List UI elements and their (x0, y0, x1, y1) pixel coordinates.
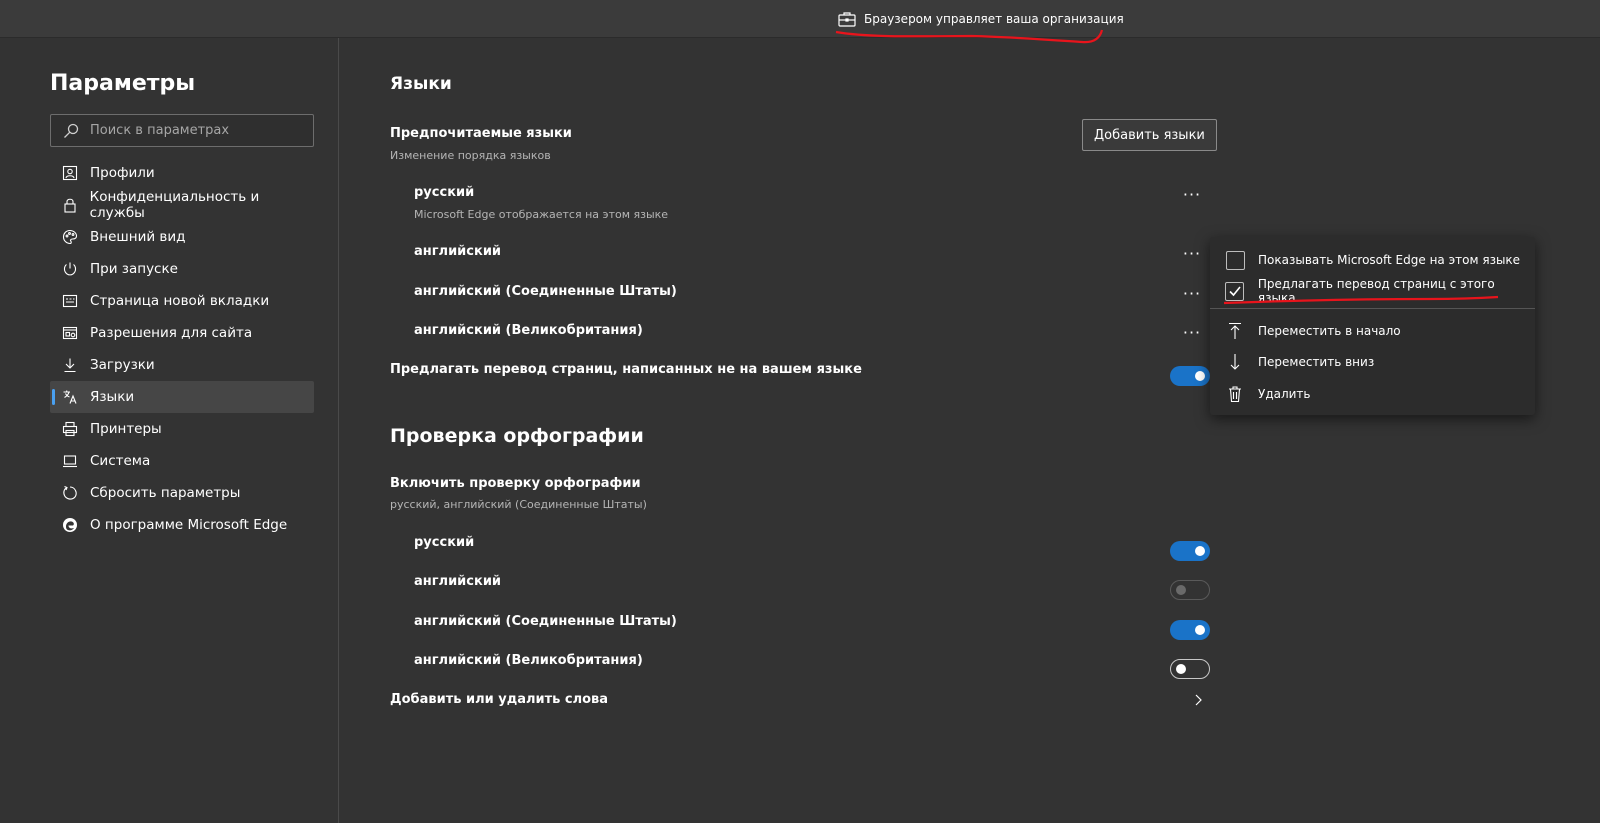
sidebar-item-privacy[interactable]: Конфиденциальность и службы (50, 189, 314, 221)
sidebar-item-startup[interactable]: При запуске (50, 253, 314, 285)
language-more-button[interactable]: ··· (1180, 283, 1204, 303)
sidebar-item-printers[interactable]: Принтеры (50, 413, 314, 445)
sidebar-nav: Профили Конфиденциальность и службы Внеш… (50, 157, 314, 541)
menu-offer-translate[interactable]: Предлагать перевод страниц с этого языка (1210, 276, 1535, 306)
language-more-button[interactable]: ··· (1180, 243, 1204, 263)
power-icon (61, 260, 79, 278)
menu-move-to-top[interactable]: Переместить в начало (1210, 316, 1535, 346)
offer-translate-label: Предлагать перевод страниц, написанных н… (390, 362, 862, 377)
sidebar-item-label: Сбросить параметры (90, 485, 241, 501)
settings-title: Параметры (50, 71, 196, 96)
sidebar: Параметры Профили Конфиденциальность и с… (0, 38, 339, 823)
main-content: Языки Предпочитаемые языки Изменение пор… (390, 38, 1600, 823)
languages-icon (61, 388, 79, 406)
sidebar-item-about[interactable]: О программе Microsoft Edge (50, 509, 314, 541)
menu-divider (1210, 308, 1535, 309)
language-row-english-uk: английский (Великобритания) (414, 323, 643, 338)
reset-icon (61, 484, 79, 502)
menu-item-label: Предлагать перевод страниц с этого языка (1257, 277, 1495, 305)
sidebar-item-label: Система (90, 453, 151, 469)
preferred-languages-subtitle: Изменение порядка языков (390, 149, 551, 162)
spellcheck-row-english-uk: английский (Великобритания) (414, 653, 643, 668)
sidebar-item-site-permissions[interactable]: Разрешения для сайта (50, 317, 314, 349)
sidebar-item-label: При запуске (90, 261, 178, 277)
spellcheck-toggle-russian[interactable] (1170, 541, 1210, 561)
checkbox-offer-translate[interactable] (1225, 281, 1245, 301)
sidebar-item-profiles[interactable]: Профили (50, 157, 314, 189)
laptop-icon (61, 452, 79, 470)
toggle-knob (1195, 371, 1205, 381)
sidebar-item-label: Профили (90, 165, 155, 181)
new-tab-icon (61, 292, 79, 310)
menu-item-label: Переместить в начало (1258, 324, 1401, 338)
sidebar-item-label: Языки (90, 389, 135, 405)
lock-icon (61, 196, 79, 214)
trash-icon (1225, 384, 1245, 404)
spellcheck-toggle-english-us[interactable] (1170, 620, 1210, 640)
spellcheck-enable-sub: русский, английский (Соединенные Штаты) (390, 498, 647, 511)
menu-move-down[interactable]: Переместить вниз (1210, 347, 1535, 377)
managed-banner: Браузером управляет ваша организация (0, 0, 1600, 38)
toggle-knob (1176, 585, 1186, 595)
checkbox-show-in-language[interactable] (1225, 250, 1245, 270)
sidebar-item-label: Загрузки (90, 357, 155, 373)
sidebar-item-system[interactable]: Система (50, 445, 314, 477)
add-remove-words-label[interactable]: Добавить или удалить слова (390, 692, 608, 707)
sidebar-item-label: О программе Microsoft Edge (90, 517, 288, 533)
spellcheck-row-english-us: английский (Соединенные Штаты) (414, 614, 677, 629)
sidebar-item-new-tab[interactable]: Страница новой вкладки (50, 285, 314, 317)
search-box[interactable] (50, 114, 314, 147)
sidebar-item-languages[interactable]: Языки (50, 381, 314, 413)
sidebar-item-reset[interactable]: Сбросить параметры (50, 477, 314, 509)
spellcheck-toggle-english-uk[interactable] (1170, 659, 1210, 679)
preferred-languages-title: Предпочитаемые языки (390, 126, 572, 141)
checkmark-icon (1229, 286, 1241, 297)
palette-icon (61, 228, 79, 246)
language-more-button[interactable]: ··· (1180, 184, 1204, 204)
sidebar-item-label: Страница новой вкладки (90, 293, 270, 309)
languages-title: Языки (390, 74, 452, 94)
sidebar-item-label: Внешний вид (90, 229, 186, 245)
offer-translate-toggle[interactable] (1170, 366, 1210, 386)
site-permissions-icon (61, 324, 79, 342)
language-row-russian: русский (414, 185, 475, 200)
download-icon (61, 356, 79, 374)
profile-icon (61, 164, 79, 182)
language-context-menu: Показывать Microsoft Edge на этом языке … (1210, 237, 1535, 415)
spellcheck-row-russian: русский (414, 535, 475, 550)
language-row-english: английский (414, 244, 502, 259)
language-display-note: Microsoft Edge отображается на этом язык… (414, 208, 669, 221)
sidebar-item-downloads[interactable]: Загрузки (50, 349, 314, 381)
chevron-right-icon[interactable] (1190, 692, 1206, 708)
spellcheck-row-english: английский (414, 574, 502, 589)
arrow-down-icon (1225, 352, 1245, 372)
move-top-icon (1225, 321, 1245, 341)
menu-item-label: Удалить (1258, 387, 1311, 401)
sidebar-item-appearance[interactable]: Внешний вид (50, 221, 314, 253)
briefcase-icon (838, 12, 856, 27)
search-input[interactable] (90, 123, 290, 138)
menu-item-label: Переместить вниз (1258, 355, 1375, 369)
sidebar-item-label: Разрешения для сайта (90, 325, 253, 341)
language-row-english-us: английский (Соединенные Штаты) (414, 284, 677, 299)
sidebar-item-label: Конфиденциальность и службы (89, 189, 260, 221)
language-more-button[interactable]: ··· (1180, 322, 1204, 342)
managed-by-org[interactable]: Браузером управляет ваша организация (838, 11, 1124, 27)
toggle-knob (1195, 625, 1205, 635)
search-icon (64, 123, 79, 138)
menu-item-label: Показывать Microsoft Edge на этом языке (1258, 253, 1521, 267)
menu-show-in-language[interactable]: Показывать Microsoft Edge на этом языке (1210, 245, 1535, 275)
managed-text: Браузером управляет ваша организация (864, 12, 1124, 26)
toggle-knob (1176, 664, 1186, 674)
spellcheck-toggle-english[interactable] (1170, 580, 1210, 600)
sidebar-item-label: Принтеры (90, 421, 162, 437)
printer-icon (61, 420, 79, 438)
menu-remove[interactable]: Удалить (1210, 379, 1535, 409)
add-languages-button[interactable]: Добавить языки (1082, 119, 1217, 151)
spellcheck-title: Проверка орфографии (390, 425, 644, 447)
edge-logo-icon (61, 516, 79, 534)
toggle-knob (1195, 546, 1205, 556)
spellcheck-enable-label: Включить проверку орфографии (390, 476, 641, 491)
